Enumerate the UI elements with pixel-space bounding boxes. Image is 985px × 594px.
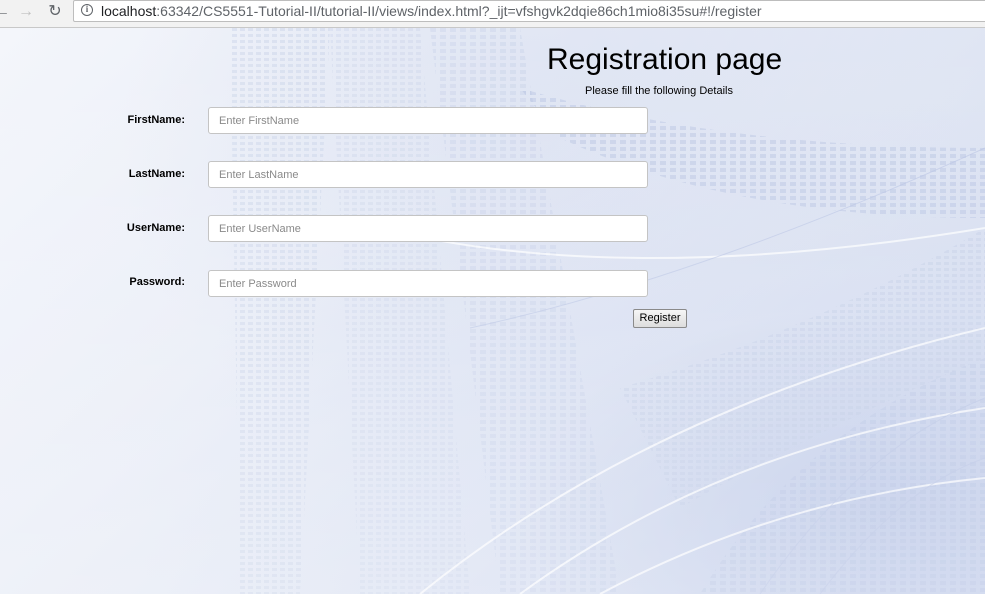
lastname-input[interactable] — [208, 161, 648, 188]
username-label: UserName: — [126, 222, 185, 234]
firstname-label: FirstName: — [127, 114, 185, 126]
address-bar[interactable]: i localhost:63342/CS5551-Tutorial-II/tut… — [73, 0, 985, 22]
forward-arrow-icon[interactable]: → — [16, 2, 36, 22]
url-host: localhost — [101, 3, 157, 19]
username-input[interactable] — [208, 215, 648, 242]
register-button[interactable]: Register — [633, 309, 687, 328]
password-label: Password: — [129, 276, 185, 288]
firstname-input[interactable] — [208, 107, 648, 134]
info-icon[interactable]: i — [81, 4, 93, 16]
page-content: Registration page Please fill the follow… — [0, 28, 985, 594]
page-subtitle: Please fill the following Details — [585, 85, 733, 97]
reload-icon[interactable]: ↻ — [44, 2, 66, 22]
password-input[interactable] — [208, 270, 648, 297]
url-path: :63342/CS5551-Tutorial-II/tutorial-II/vi… — [156, 3, 762, 19]
browser-toolbar: ← → ↻ i localhost:63342/CS5551-Tutorial-… — [0, 0, 985, 28]
url-text[interactable]: localhost:63342/CS5551-Tutorial-II/tutor… — [101, 3, 762, 20]
page-title: Registration page — [547, 43, 783, 76]
lastname-label: LastName: — [128, 168, 185, 180]
back-arrow-icon[interactable]: ← — [0, 2, 10, 22]
